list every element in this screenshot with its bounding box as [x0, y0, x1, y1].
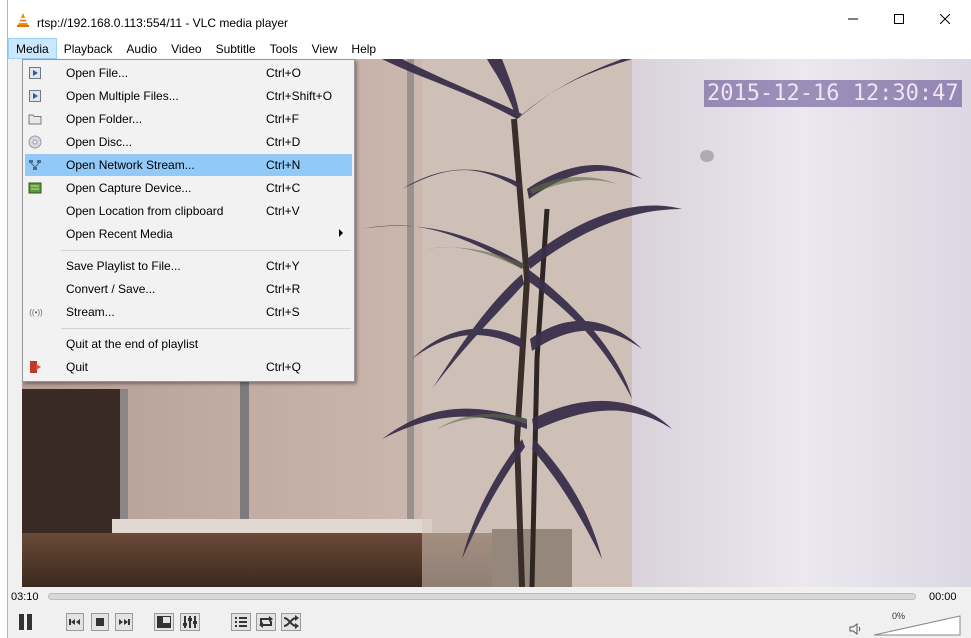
menu-item-quit[interactable]: Quit Ctrl+Q [25, 356, 352, 378]
pause-icon [19, 614, 32, 630]
stream-icon: ((•)) [29, 307, 43, 317]
menu-item-save-playlist[interactable]: Save Playlist to File... Ctrl+Y [25, 255, 352, 277]
loop-icon [256, 613, 276, 631]
menu-item-open-disc[interactable]: Open Disc... Ctrl+D [25, 131, 352, 153]
speaker-icon [849, 623, 861, 635]
vlc-window: rtsp://192.168.0.113:554/11 - VLC media … [7, 0, 971, 638]
menu-item-open-location-clipboard[interactable]: Open Location from clipboard Ctrl+V [25, 200, 352, 222]
extended-settings-icon [180, 613, 200, 631]
close-button[interactable] [922, 0, 968, 38]
menu-item-stream[interactable]: ((•)) Stream... Ctrl+S [25, 301, 352, 323]
open-file-icon [29, 67, 41, 79]
elapsed-time: 03:10 [11, 591, 39, 603]
menu-video[interactable]: Video [164, 38, 208, 59]
shuffle-button[interactable] [280, 610, 302, 634]
previous-icon [66, 613, 84, 631]
folder-icon [28, 114, 42, 125]
open-multiple-files-icon [29, 90, 41, 102]
close-icon [940, 14, 950, 24]
window-title: rtsp://192.168.0.113:554/11 - VLC media … [37, 16, 289, 30]
minimize-icon [848, 18, 858, 20]
previous-button[interactable] [65, 610, 85, 634]
seek-row: 03:10 00:00 [8, 587, 971, 606]
minimize-button[interactable] [830, 0, 876, 38]
maximize-button[interactable] [876, 0, 922, 38]
menu-playback[interactable]: Playback [57, 38, 120, 59]
menu-view[interactable]: View [305, 38, 345, 59]
capture-device-icon [28, 182, 42, 194]
vlc-cone-icon [17, 13, 29, 27]
menu-item-convert-save[interactable]: Convert / Save... Ctrl+R [25, 278, 352, 300]
volume-control[interactable]: 0% [844, 608, 971, 638]
menu-item-open-capture-device[interactable]: Open Capture Device... Ctrl+C [25, 177, 352, 199]
fullscreen-icon [154, 613, 174, 631]
disc-icon [28, 135, 42, 149]
submenu-arrow-icon [339, 229, 343, 237]
title-bar[interactable]: rtsp://192.168.0.113:554/11 - VLC media … [8, 0, 971, 38]
menu-tools[interactable]: Tools [263, 38, 305, 59]
stop-icon [91, 613, 109, 631]
seek-slider[interactable] [48, 593, 916, 600]
menu-separator [61, 250, 351, 251]
stop-button[interactable] [90, 610, 110, 634]
maximize-icon [894, 14, 904, 24]
menu-item-open-file[interactable]: Open File... Ctrl+O [25, 62, 352, 84]
playlist-button[interactable] [230, 610, 252, 634]
network-icon [29, 160, 41, 170]
shuffle-icon [281, 613, 301, 631]
menu-item-quit-end-playlist[interactable]: Quit at the end of playlist [25, 333, 352, 355]
menu-media[interactable]: Media [8, 38, 57, 59]
controls-bar: 0% [8, 606, 971, 638]
menu-separator [61, 328, 351, 329]
menu-item-open-folder[interactable]: Open Folder... Ctrl+F [25, 108, 352, 130]
extended-settings-button[interactable] [179, 610, 201, 634]
pause-button[interactable] [14, 610, 38, 634]
menu-help[interactable]: Help [344, 38, 383, 59]
playlist-icon [231, 613, 251, 631]
quit-icon [30, 361, 41, 373]
media-menu-dropdown: Open File... Ctrl+O Open Multiple Files.… [22, 59, 355, 382]
next-icon [115, 613, 133, 631]
menu-audio[interactable]: Audio [119, 38, 164, 59]
menu-bar: Media Playback Audio Video Subtitle Tool… [8, 38, 971, 59]
loop-button[interactable] [255, 610, 277, 634]
menu-item-open-network-stream[interactable]: Open Network Stream... Ctrl+N [25, 154, 352, 176]
remaining-time: 00:00 [929, 591, 957, 603]
menu-subtitle[interactable]: Subtitle [209, 38, 263, 59]
osd-timestamp: 2015-12-16 12:30:47 [704, 80, 962, 107]
next-button[interactable] [114, 610, 134, 634]
menu-item-open-recent-media[interactable]: Open Recent Media [25, 223, 352, 245]
volume-slider[interactable] [872, 614, 962, 636]
menu-item-open-multiple-files[interactable]: Open Multiple Files... Ctrl+Shift+O [25, 85, 352, 107]
fullscreen-button[interactable] [153, 610, 175, 634]
